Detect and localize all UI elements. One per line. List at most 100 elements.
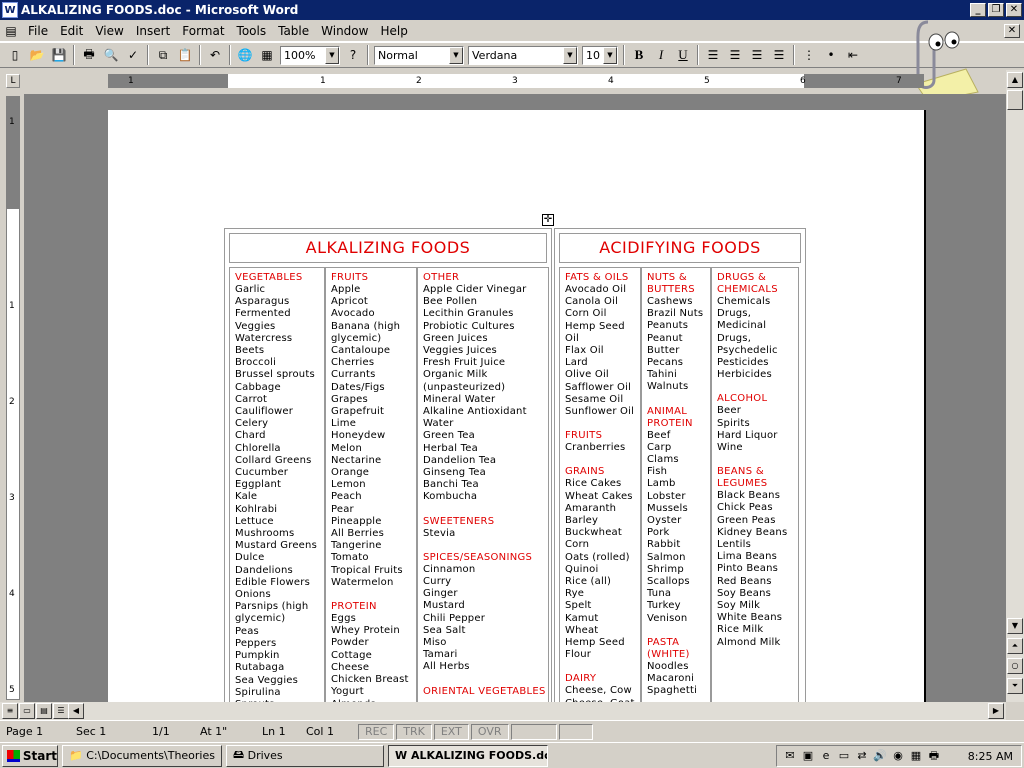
- vegetables-column[interactable]: VEGETABLES Garlic Asparagus Fermented Veggi…: [229, 267, 325, 702]
- bold-button[interactable]: B: [628, 44, 650, 66]
- fats-oils-column[interactable]: FATS & OILS Avocado Oil Canola Oil Corn Oi…: [559, 267, 641, 702]
- vertical-ruler[interactable]: 1 1 2 3 4 5: [6, 96, 20, 700]
- print-icon[interactable]: 🖶: [78, 44, 100, 66]
- align-left-icon[interactable]: ☰: [702, 44, 724, 66]
- undo-icon[interactable]: ↶: [204, 44, 226, 66]
- internet-explorer-icon[interactable]: e: [819, 749, 833, 763]
- close-document-icon[interactable]: ✕: [1004, 23, 1020, 38]
- hyperlink-icon[interactable]: 🌐: [234, 44, 256, 66]
- help-icon[interactable]: ?: [342, 44, 364, 66]
- taskbar-item-folder[interactable]: 📁 C:\Documents\Theories: [62, 744, 222, 767]
- list-item: Flour: [565, 649, 592, 661]
- justify-icon[interactable]: ☰: [768, 44, 790, 66]
- italic-button[interactable]: I: [650, 44, 672, 66]
- tab-selector[interactable]: L: [6, 74, 20, 88]
- word-icon: W: [395, 749, 411, 762]
- style-select[interactable]: Normal ▼: [374, 45, 464, 65]
- scroll-down-icon[interactable]: ▼: [1007, 618, 1023, 634]
- menu-table[interactable]: Table: [272, 24, 315, 38]
- zoom-select[interactable]: 100% ▼: [280, 45, 340, 65]
- close-button[interactable]: ✕: [1006, 3, 1022, 17]
- menu-tools[interactable]: Tools: [231, 24, 273, 38]
- status-ext[interactable]: EXT: [433, 723, 469, 740]
- align-center-icon[interactable]: ☰: [724, 44, 746, 66]
- list-item: Stevia: [423, 527, 456, 539]
- outlook-icon[interactable]: ✉: [783, 749, 797, 763]
- previous-page-icon[interactable]: ⏶: [1007, 638, 1023, 654]
- scroll-left-icon[interactable]: ◀: [68, 703, 84, 719]
- menu-insert[interactable]: Insert: [130, 24, 176, 38]
- font-select[interactable]: Verdana ▼: [468, 45, 578, 65]
- align-right-icon[interactable]: ☰: [746, 44, 768, 66]
- fruits-column[interactable]: FRUITS Apple Apricot Avocado Banana (high gl…: [325, 267, 417, 702]
- network-icon[interactable]: ⇄: [855, 749, 869, 763]
- status-spelling[interactable]: [558, 723, 593, 740]
- status-trk[interactable]: TRK: [396, 723, 432, 740]
- display-icon[interactable]: ◉: [891, 749, 905, 763]
- list-item: Alkaline Antioxidant: [423, 406, 527, 418]
- tables-icon[interactable]: ▦: [256, 44, 278, 66]
- font-size-select[interactable]: 10 ▼: [582, 45, 618, 65]
- copy-icon[interactable]: ⧉: [152, 44, 174, 66]
- taskbar-item-word[interactable]: W ALKALIZING FOODS.do...: [388, 744, 548, 767]
- select-browse-object-icon[interactable]: ○: [1007, 658, 1023, 674]
- scroll-right-icon[interactable]: ▶: [988, 703, 1004, 719]
- chevron-down-icon[interactable]: ▼: [603, 46, 617, 64]
- menu-help[interactable]: Help: [374, 24, 413, 38]
- chevron-down-icon[interactable]: ▼: [449, 46, 463, 64]
- restore-button[interactable]: ❐: [988, 3, 1004, 17]
- status-rec[interactable]: REC: [358, 723, 395, 740]
- horizontal-scrollbar[interactable]: ≡ ▭ ▤ ☰ ◀ ▶: [0, 702, 1006, 720]
- list-item: Soy Beans: [717, 587, 772, 599]
- horizontal-ruler[interactable]: 1 1 2 3 4 5 6 7: [108, 74, 924, 88]
- desktop-icon[interactable]: ▭: [837, 749, 851, 763]
- document-page[interactable]: ✛ ALKALIZING FOODS VEGETABLES Garlic Aspa…: [108, 110, 926, 702]
- alkalizing-table[interactable]: ALKALIZING FOODS VEGETABLES Garlic Aspara…: [224, 228, 552, 702]
- status-column: Col 1: [306, 725, 334, 738]
- printer-icon[interactable]: 🖶: [927, 749, 941, 763]
- list-item: Chard: [235, 430, 266, 442]
- menu-file[interactable]: File: [22, 24, 54, 38]
- menu-edit[interactable]: Edit: [54, 24, 89, 38]
- menu-window[interactable]: Window: [315, 24, 374, 38]
- save-icon[interactable]: 💾: [48, 44, 70, 66]
- drugs-chemicals-column[interactable]: DRUGS & CHEMICALS Chemicals Drugs, Medicin…: [711, 267, 799, 702]
- start-button[interactable]: Start: [2, 744, 58, 767]
- print-preview-icon[interactable]: 🔍: [100, 44, 122, 66]
- web-layout-view-icon[interactable]: ▭: [19, 703, 35, 719]
- list-item: Nectarine: [331, 454, 382, 466]
- outline-view-icon[interactable]: ☰: [53, 703, 69, 719]
- other-column[interactable]: OTHER Apple Cider Vinegar Bee Pollen Lecit…: [417, 267, 549, 702]
- print-layout-view-icon[interactable]: ▤: [36, 703, 52, 719]
- numbering-icon[interactable]: ⋮: [798, 44, 820, 66]
- nuts-butters-column[interactable]: NUTS & BUTTERS Cashews Brazil Nuts Peanuts…: [641, 267, 711, 702]
- paste-icon[interactable]: 📋: [174, 44, 196, 66]
- menu-view[interactable]: View: [89, 24, 129, 38]
- scroll-up-icon[interactable]: ▲: [1007, 72, 1023, 88]
- normal-view-icon[interactable]: ≡: [2, 703, 18, 719]
- decrease-indent-icon[interactable]: ⇤: [842, 44, 864, 66]
- scroll-thumb[interactable]: [1007, 90, 1023, 110]
- shortcut-icon[interactable]: ▣: [801, 749, 815, 763]
- section-heading: (WHITE): [647, 648, 690, 660]
- speaker-icon[interactable]: 🔊: [873, 749, 887, 763]
- drives-icon: 🖴: [233, 748, 248, 761]
- next-page-icon[interactable]: ⏷: [1007, 678, 1023, 694]
- menu-format[interactable]: Format: [176, 24, 230, 38]
- table-move-handle[interactable]: ✛: [542, 214, 554, 226]
- open-folder-icon[interactable]: 📂: [26, 44, 48, 66]
- bullets-icon[interactable]: •: [820, 44, 842, 66]
- status-ovr[interactable]: OVR: [470, 723, 509, 740]
- word-app-icon[interactable]: W: [2, 2, 18, 18]
- new-document-icon[interactable]: ▯: [4, 44, 26, 66]
- chevron-down-icon[interactable]: ▼: [563, 46, 577, 64]
- chevron-down-icon[interactable]: ▼: [325, 46, 339, 64]
- doc-icon[interactable]: ▤: [0, 20, 22, 42]
- taskbar-item-drives[interactable]: 🖴 Drives: [226, 744, 384, 767]
- spelling-icon[interactable]: ✓: [122, 44, 144, 66]
- underline-button[interactable]: U: [672, 44, 694, 66]
- task-scheduler-icon[interactable]: ▦: [909, 749, 923, 763]
- list-item: Watercress: [235, 332, 293, 344]
- acidifying-table[interactable]: ACIDIFYING FOODS FATS & OILS Avocado Oil…: [554, 228, 806, 702]
- vertical-scrollbar[interactable]: ▲ ▼ ⏶ ○ ⏷: [1006, 70, 1024, 702]
